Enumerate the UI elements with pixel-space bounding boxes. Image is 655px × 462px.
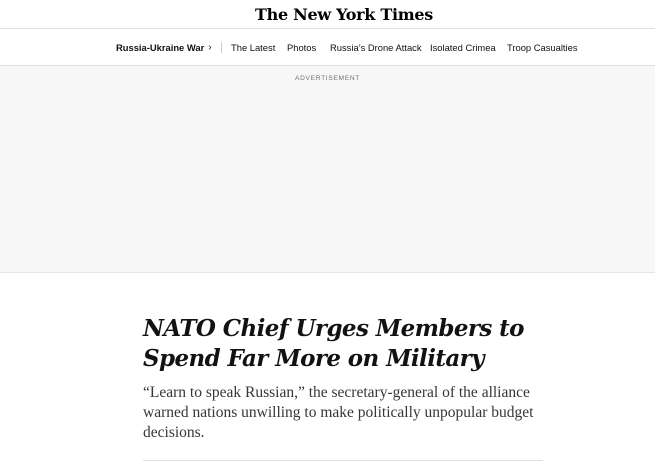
subnav-link-the-latest[interactable]: The Latest (231, 42, 275, 53)
article-headline: NATO Chief Urges Members to Spend Far Mo… (143, 315, 525, 372)
subnav-link-troop-casualties[interactable]: Troop Casualties (507, 42, 578, 53)
advertisement-label: ADVERTISEMENT (294, 75, 361, 82)
section-subnav: Russia-Ukraine War › The Latest Photos R… (0, 29, 655, 65)
subnav-link-drone-attack[interactable]: Russia’s Drone Attack (330, 42, 422, 53)
nyt-logo[interactable]: The New York Times (255, 5, 433, 24)
subnav-separator (221, 42, 222, 53)
section-label: Russia-Ukraine War (116, 41, 205, 53)
article-summary: “Learn to speak Russian,” the secretary-… (143, 384, 534, 441)
article-divider (143, 460, 543, 461)
advertisement-slot: ADVERTISEMENT (0, 66, 655, 273)
subnav-link-isolated-crimea[interactable]: Isolated Crimea (430, 42, 496, 53)
subnav-link-photos[interactable]: Photos (287, 42, 316, 53)
section-link-russia-ukraine-war[interactable]: Russia-Ukraine War › (116, 42, 212, 53)
chevron-right-icon: › (208, 41, 212, 53)
masthead: The New York Times (0, 0, 655, 28)
